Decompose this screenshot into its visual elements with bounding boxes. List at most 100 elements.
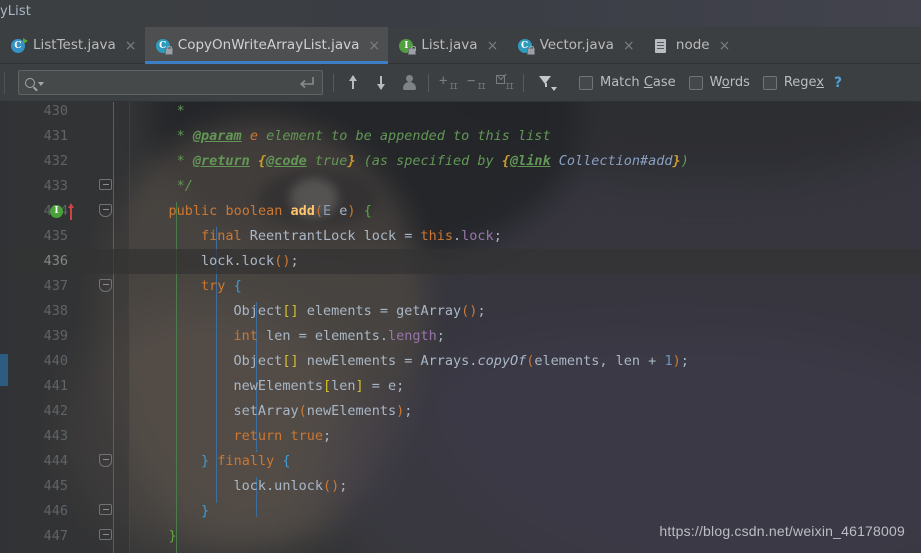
editor-tab-list-java[interactable]: I List.java × — [388, 27, 506, 64]
checkbox-regex[interactable]: Regex — [762, 75, 824, 90]
code-token: . — [453, 228, 462, 244]
editor-tab-label: CopyOnWriteArrayList.java — [177, 36, 360, 53]
editor-tab-listtest-java[interactable]: C ListTest.java × — [0, 27, 145, 64]
code-token: ] — [355, 378, 364, 394]
editor-tab-vector-java[interactable]: C Vector.java × — [507, 27, 643, 64]
code-token: Object — [233, 353, 283, 369]
code-token: ) — [347, 203, 356, 219]
filter-button[interactable] — [529, 68, 563, 98]
code-token: lock.unlock — [233, 478, 323, 494]
close-icon[interactable]: × — [623, 39, 635, 53]
checkbox-words[interactable]: Words — [688, 75, 750, 90]
code-token: setArray — [233, 403, 299, 419]
code-token: true — [290, 428, 323, 444]
editor-tab-node[interactable]: node × — [643, 27, 739, 64]
code-token: * — [176, 128, 193, 144]
code-line[interactable]: final ReentrantLock lock = this.lock; — [0, 224, 921, 249]
code-line[interactable]: Object[] newElements = Arrays.copyOf(ele… — [0, 349, 921, 374]
breadcrumb[interactable]: yList — [0, 4, 31, 19]
search-input[interactable] — [44, 75, 296, 90]
checkbox-box[interactable] — [688, 75, 703, 90]
code-line[interactable]: public boolean add(E e) { — [0, 199, 921, 224]
code-line-text: return true; — [136, 424, 332, 449]
code-line[interactable]: return true; — [0, 424, 921, 449]
editor-tab-copyonwritearraylist-java[interactable]: C CopyOnWriteArrayList.java × — [144, 27, 389, 64]
code-line[interactable]: lock.lock(); — [0, 249, 921, 274]
enter-return-icon[interactable] — [296, 74, 318, 92]
code-line[interactable]: */ — [0, 174, 921, 199]
code-token: * — [176, 103, 185, 119]
code-line[interactable]: * @return {@code true} (as specified by … — [0, 149, 921, 174]
checkbox-match-case[interactable]: Match Case — [579, 75, 676, 90]
code-token: copyOf — [477, 353, 527, 369]
code-editor[interactable]: 430431432433434I435436437438439440441442… — [0, 102, 921, 553]
code-line[interactable]: try { — [0, 274, 921, 299]
code-token: E — [323, 203, 332, 219]
code-line[interactable]: Object[] elements = getArray(); — [0, 299, 921, 324]
code-token: newElements — [298, 353, 405, 369]
checkbox-box[interactable] — [762, 75, 777, 90]
remove-occurrence-button[interactable]: − II — [462, 68, 490, 98]
close-icon[interactable]: × — [368, 39, 380, 53]
arrow-down-icon — [375, 74, 388, 91]
code-token: @link — [509, 153, 551, 169]
checkbox-box[interactable] — [579, 75, 593, 90]
search-icon[interactable] — [25, 77, 44, 88]
editor-tab-bar: C ListTest.java × C CopyOnWriteArrayList.jav… — [0, 27, 921, 64]
find-previous-button[interactable] — [339, 68, 367, 98]
code-line[interactable]: * — [0, 102, 921, 124]
help-link[interactable]: ? — [834, 75, 842, 91]
code-line[interactable]: } — [0, 499, 921, 524]
code-token: final — [201, 228, 242, 244]
code-line-text: Object[] elements = getArray(); — [136, 299, 486, 324]
code-line-text: */ — [136, 174, 193, 199]
code-line[interactable]: newElements[len] = e; — [0, 374, 921, 399]
close-icon[interactable]: × — [719, 39, 731, 53]
code-line[interactable]: * @param e element to be appended to thi… — [0, 124, 921, 149]
add-occurrence-button[interactable]: + II — [434, 68, 462, 98]
code-token: () — [322, 478, 340, 494]
search-field-wrapper[interactable] — [18, 70, 323, 95]
select-occurrences-button[interactable]: II — [490, 68, 518, 98]
code-token: @param — [192, 128, 242, 144]
select-all-occurrences-icon — [402, 75, 416, 90]
add-occurrence-icon: + II — [439, 72, 458, 91]
code-lines[interactable]: * * @param e element to be appended to t… — [0, 102, 921, 553]
code-line-text: } finally { — [136, 449, 290, 474]
filter-icon — [538, 75, 557, 91]
code-line[interactable]: lock.unlock(); — [0, 474, 921, 499]
code-token: () — [274, 253, 291, 269]
close-icon[interactable]: × — [487, 39, 499, 53]
search-options-group: Match Case Words Regex — [579, 75, 824, 90]
code-token: ; — [680, 353, 689, 369]
code-token: = — [298, 328, 307, 344]
code-token: lock — [461, 228, 494, 244]
code-token: } — [201, 503, 210, 519]
code-token: element to be appended to this list — [257, 128, 551, 144]
lock-icon — [526, 45, 535, 55]
code-token: newElements — [233, 378, 323, 394]
code-line-text: final ReentrantLock lock = this.lock; — [136, 224, 502, 249]
code-line[interactable]: int len = elements.length; — [0, 324, 921, 349]
code-line[interactable]: } finally { — [0, 449, 921, 474]
close-icon[interactable]: × — [125, 39, 137, 53]
find-next-button[interactable] — [367, 68, 395, 98]
code-token: return — [233, 428, 283, 444]
code-token: elements, len — [534, 353, 649, 369]
editor-tab-label: ListTest.java — [33, 36, 116, 53]
code-line[interactable]: setArray(newElements); — [0, 399, 921, 424]
select-all-occurrences-button[interactable] — [395, 68, 423, 98]
